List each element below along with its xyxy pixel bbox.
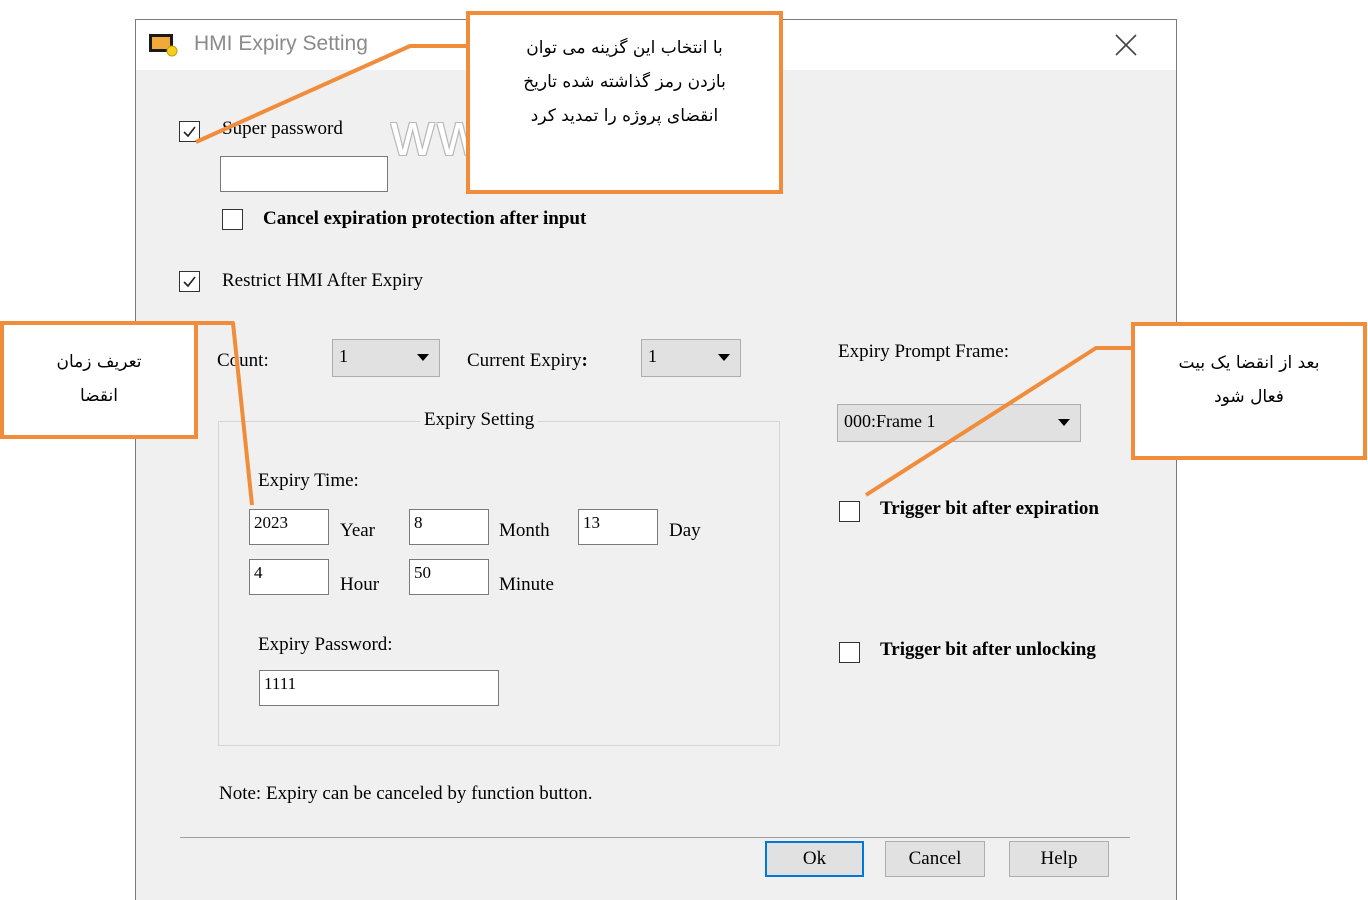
right-callout-line2: فعال شود <box>1214 387 1284 407</box>
right-callout-line1: بعد از انقضا یک بیت <box>1178 353 1320 373</box>
right-callout: بعد از انقضا یک بیت فعال شود <box>1131 322 1367 460</box>
top-callout-leader <box>195 44 468 144</box>
top-callout-line1: با انتخاب این گزینه می توان <box>526 38 723 58</box>
right-callout-leader <box>864 346 1134 497</box>
top-callout: با انتخاب این گزینه می توان بازدن رمز گذ… <box>466 11 783 194</box>
left-callout: تعریف زمان انقضا <box>0 321 198 439</box>
top-callout-line3: انقضای پروژه را تمدید کرد <box>530 106 719 126</box>
left-callout-line1: تعریف زمان <box>56 352 142 372</box>
top-callout-line2: بازدن رمز گذاشته شده تاریخ <box>523 72 726 92</box>
left-callout-line2: انقضا <box>80 386 118 406</box>
left-callout-leader <box>197 321 254 506</box>
